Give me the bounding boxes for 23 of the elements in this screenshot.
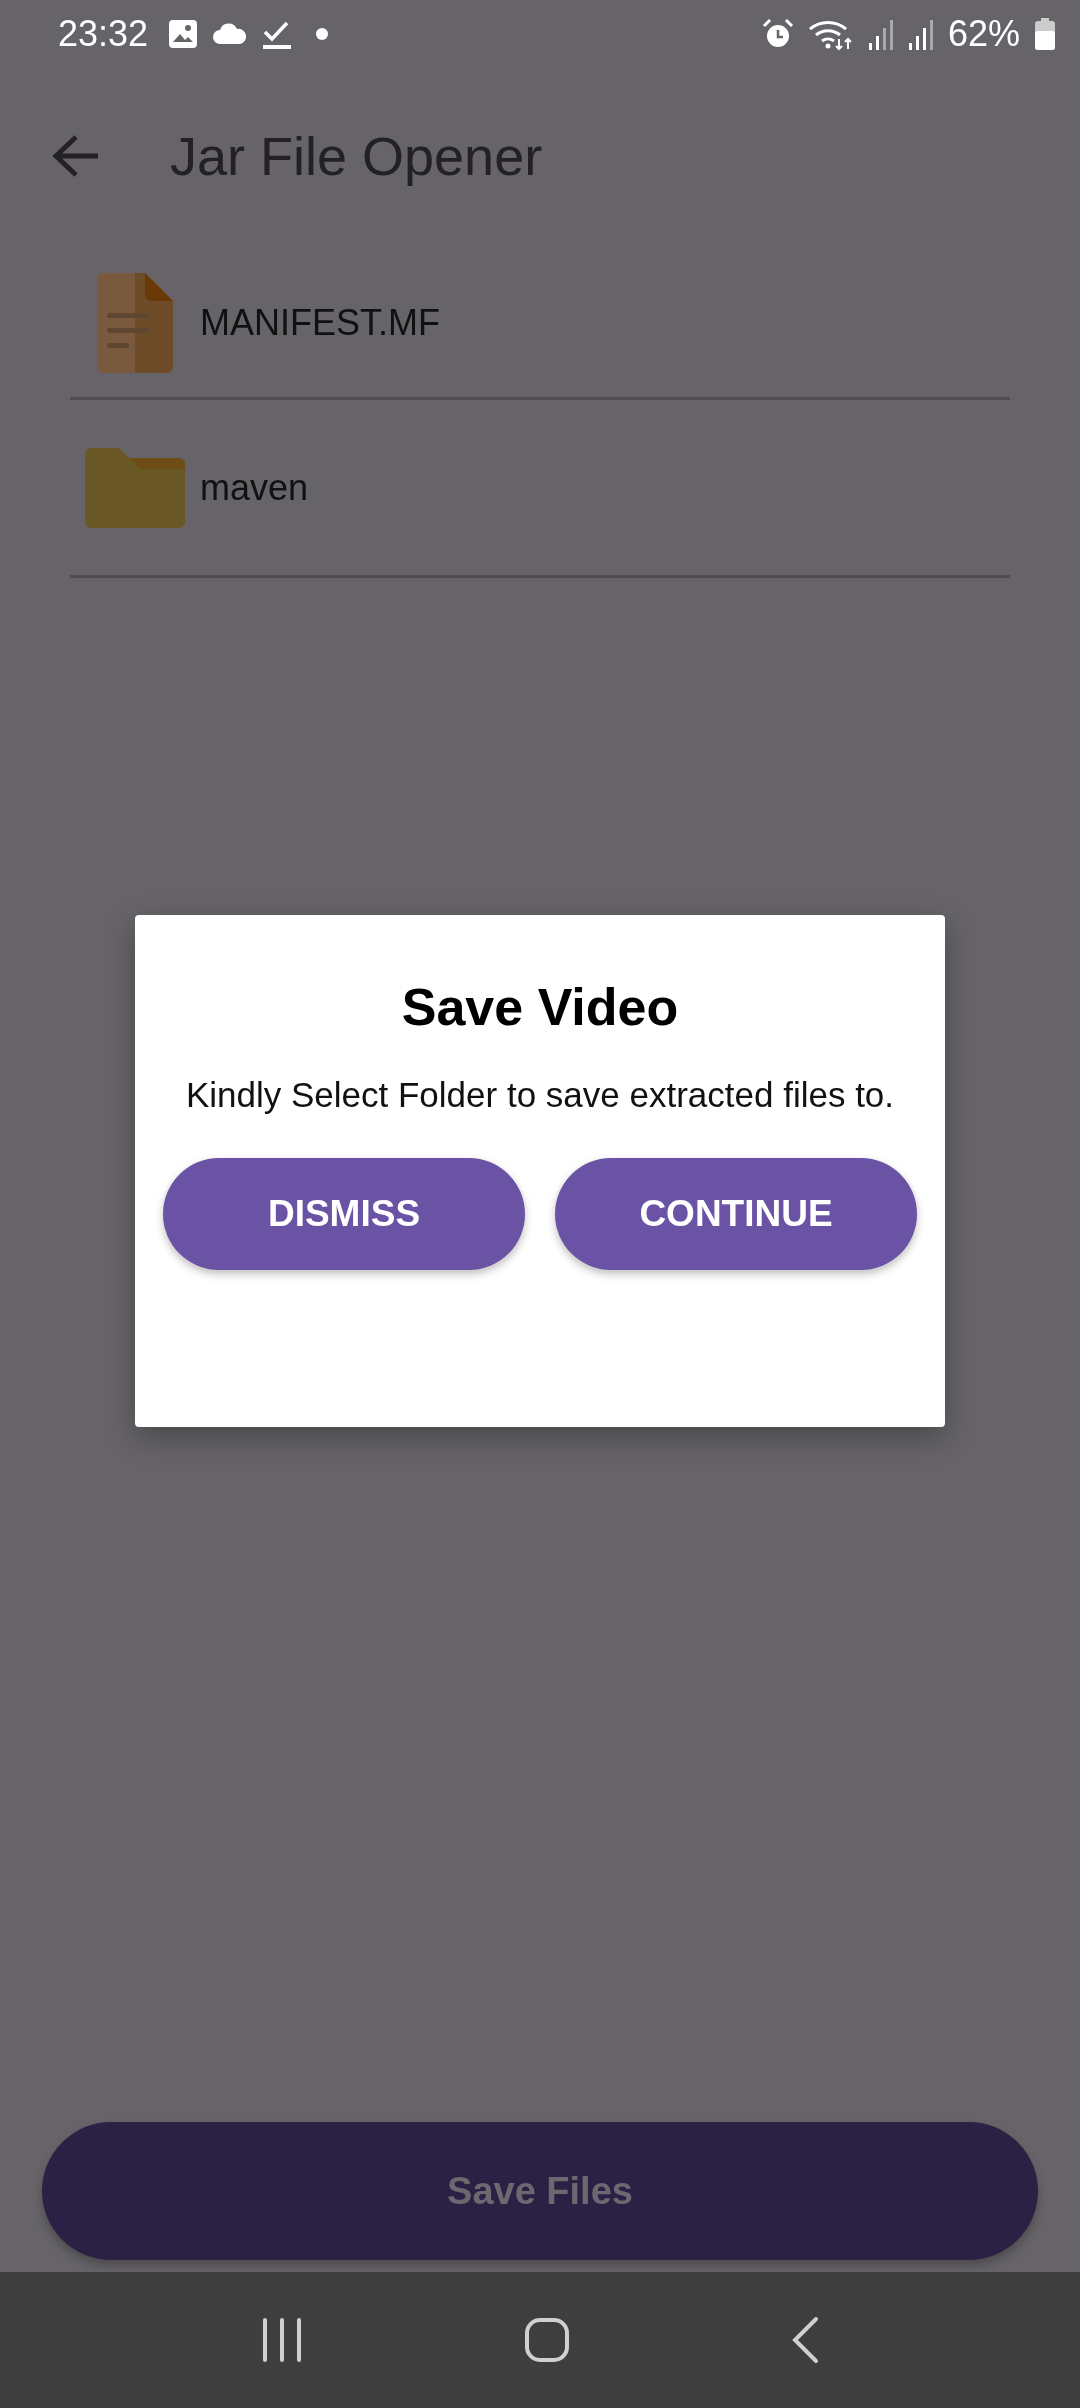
status-time: 23:32: [58, 13, 149, 55]
cloud-icon: [212, 23, 249, 45]
app-title: Jar File Opener: [170, 125, 543, 187]
battery-percent: 62%: [947, 13, 1020, 55]
dialog-message: Kindly Select Folder to save extracted files to.: [184, 1074, 896, 1116]
dialog-title: Save Video: [401, 977, 679, 1037]
dot-icon: [316, 28, 329, 40]
document-icon: [97, 272, 173, 373]
home-icon[interactable]: [524, 2317, 570, 2363]
signal-icon: [907, 17, 934, 51]
alarm-icon: [761, 18, 794, 50]
back-arrow-icon[interactable]: [52, 134, 100, 178]
recent-apps-icon[interactable]: [260, 2318, 303, 2362]
folder-icon: [85, 447, 185, 528]
battery-icon: [1034, 17, 1056, 51]
file-name[interactable]: maven: [200, 466, 309, 509]
dialog-button[interactable]: DISMISS: [163, 1158, 525, 1271]
save-files-button[interactable]: Save Files: [42, 2122, 1038, 2260]
signal-icon: [867, 17, 894, 51]
back-icon[interactable]: [791, 2316, 820, 2364]
file-name[interactable]: MANIFEST.MF: [200, 301, 440, 344]
image-icon: [168, 19, 199, 49]
dialog-button[interactable]: CONTINUE: [555, 1158, 917, 1271]
